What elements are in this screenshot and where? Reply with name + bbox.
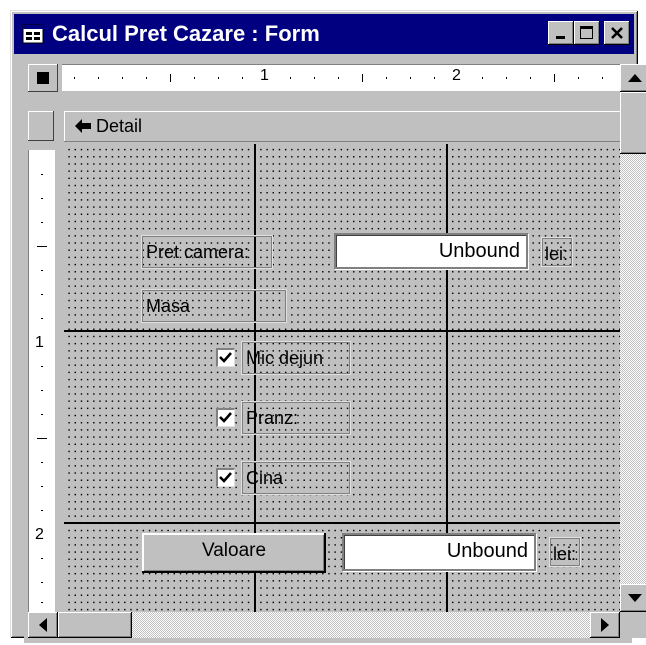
cina-checkbox[interactable]	[216, 468, 235, 487]
vertical-ruler-mark-1: 1	[35, 334, 44, 351]
form-selector[interactable]	[28, 64, 58, 92]
currency-label-2: lei:	[549, 537, 581, 567]
form-selector-square-icon	[37, 72, 49, 84]
checkmark-icon	[219, 472, 232, 483]
pranz-label: Pranz:	[241, 401, 351, 435]
pranz-checkbox[interactable]	[216, 408, 235, 427]
vertical-ruler[interactable]: 1 2	[28, 150, 55, 612]
valoare-button[interactable]: Valoare	[142, 533, 326, 573]
currency-label-1: lei:	[541, 237, 573, 267]
maximize-button[interactable]	[574, 21, 600, 45]
detail-section-label: Detail	[96, 116, 143, 136]
mic-dejun-checkbox[interactable]	[216, 348, 235, 367]
vertical-scrollbar[interactable]	[620, 64, 646, 612]
mic-dejun-label: Mic dejun	[241, 341, 351, 375]
ruler-ticks	[74, 74, 603, 82]
vertical-ruler-mark-2: 2	[35, 526, 44, 543]
ruler-mark-1: 1	[260, 67, 269, 84]
scroll-up-button[interactable]	[620, 64, 646, 92]
cina-label: Cina	[241, 461, 351, 495]
horizontal-scrollbar[interactable]	[28, 612, 620, 638]
design-grid[interactable]: Pret camera: Unbound lei: Masa Mic dejun…	[64, 144, 620, 612]
arrow-up-icon	[628, 74, 642, 82]
checkmark-icon	[219, 352, 232, 363]
maximize-icon	[580, 26, 593, 39]
pret-camera-label: Pret camera:	[141, 235, 273, 269]
grid-line	[64, 522, 620, 524]
vertical-scroll-thumb[interactable]	[620, 92, 646, 154]
minimize-button[interactable]	[548, 21, 574, 45]
masa-label: Masa	[141, 289, 287, 323]
form-design-area: 1 2 1 2 Detail Pret camera: Unbound lei:…	[24, 59, 646, 643]
horizontal-scroll-thumb[interactable]	[58, 612, 132, 638]
size-grip[interactable]	[620, 612, 646, 638]
detail-section-header[interactable]: Detail	[64, 111, 620, 142]
section-selector[interactable]	[28, 111, 54, 141]
valoare-textbox[interactable]: Unbound	[342, 533, 536, 571]
scroll-left-button[interactable]	[28, 612, 58, 638]
section-arrow-icon	[75, 119, 91, 133]
horizontal-ruler[interactable]: 1 2	[62, 64, 620, 91]
checkmark-icon	[219, 412, 232, 423]
minimize-icon	[556, 36, 565, 39]
scroll-right-button[interactable]	[590, 612, 620, 638]
close-icon	[611, 27, 623, 39]
window-title: Calcul Pret Cazare : Form	[52, 21, 320, 46]
arrow-left-icon	[39, 618, 47, 632]
arrow-right-icon	[601, 618, 609, 632]
form-icon	[22, 24, 44, 44]
form-design-window: Calcul Pret Cazare : Form 1 2 1 2 Detail…	[10, 10, 646, 643]
scroll-down-button[interactable]	[620, 584, 646, 612]
close-button[interactable]	[604, 21, 630, 45]
arrow-down-icon	[628, 594, 642, 602]
ruler-mark-2: 2	[452, 67, 461, 84]
grid-line	[64, 330, 620, 332]
title-bar[interactable]: Calcul Pret Cazare : Form	[14, 14, 634, 54]
pret-camera-textbox[interactable]: Unbound	[334, 233, 528, 269]
